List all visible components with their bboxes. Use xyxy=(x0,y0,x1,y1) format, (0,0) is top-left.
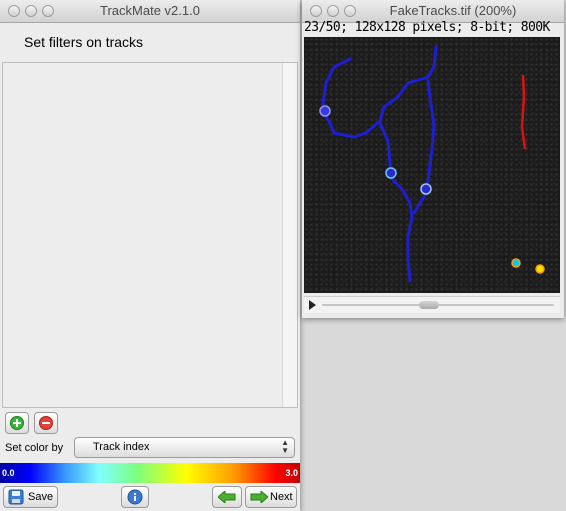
filter-list-scrollbar[interactable] xyxy=(282,63,297,407)
panel-heading: Set filters on tracks xyxy=(24,34,144,50)
save-label: Save xyxy=(28,491,54,503)
image-minimize-button[interactable] xyxy=(327,5,339,17)
save-icon xyxy=(8,489,24,505)
track-red xyxy=(520,74,527,150)
spot-3 xyxy=(420,183,432,195)
trackmate-titlebar[interactable]: TrackMate v2.1.0 xyxy=(0,0,300,23)
trackmate-window: TrackMate v2.1.0 Set filters on tracks S… xyxy=(0,0,300,511)
spot-1 xyxy=(319,105,331,117)
image-window: FakeTracks.tif (200%) 23/50; 128x128 pix… xyxy=(302,0,564,318)
previous-button[interactable] xyxy=(212,486,242,508)
info-icon xyxy=(127,489,143,505)
track-overlay xyxy=(319,45,545,283)
arrow-right-icon xyxy=(250,491,268,503)
color-by-select[interactable]: Track index ▲ ▼ xyxy=(74,437,295,458)
select-arrows-icon: ▲ ▼ xyxy=(281,438,289,455)
arrow-left-icon xyxy=(218,491,236,503)
next-button[interactable]: Next xyxy=(245,486,297,508)
set-color-label: Set color by xyxy=(5,442,64,454)
slider-thumb[interactable] xyxy=(419,301,439,309)
remove-filter-icon xyxy=(39,416,53,430)
window-title: TrackMate v2.1.0 xyxy=(100,3,200,18)
add-filter-button[interactable] xyxy=(5,412,29,434)
image-close-button[interactable] xyxy=(310,5,322,17)
image-canvas[interactable] xyxy=(304,37,560,293)
add-filter-icon xyxy=(10,416,24,430)
filter-list-panel xyxy=(2,62,298,408)
colorbar-max-label: 3.0 xyxy=(285,468,298,478)
color-by-select-value: Track index xyxy=(93,441,150,453)
spot-4 xyxy=(511,258,521,268)
remove-filter-button[interactable] xyxy=(34,412,58,434)
play-icon[interactable] xyxy=(309,300,316,310)
image-title: FakeTracks.tif (200%) xyxy=(389,3,517,18)
next-label: Next xyxy=(270,491,293,503)
save-button[interactable]: Save xyxy=(3,486,58,508)
spot-2 xyxy=(385,167,397,179)
colorbar-min-label: 0.0 xyxy=(2,468,15,478)
image-info: 23/50; 128x128 pixels; 8-bit; 800K xyxy=(304,20,550,35)
info-button[interactable] xyxy=(121,486,149,508)
track-blue-2 xyxy=(378,121,414,283)
color-bar: 0.0 3.0 xyxy=(0,463,300,483)
slice-slider[interactable] xyxy=(304,296,560,313)
spot-5 xyxy=(535,264,545,274)
